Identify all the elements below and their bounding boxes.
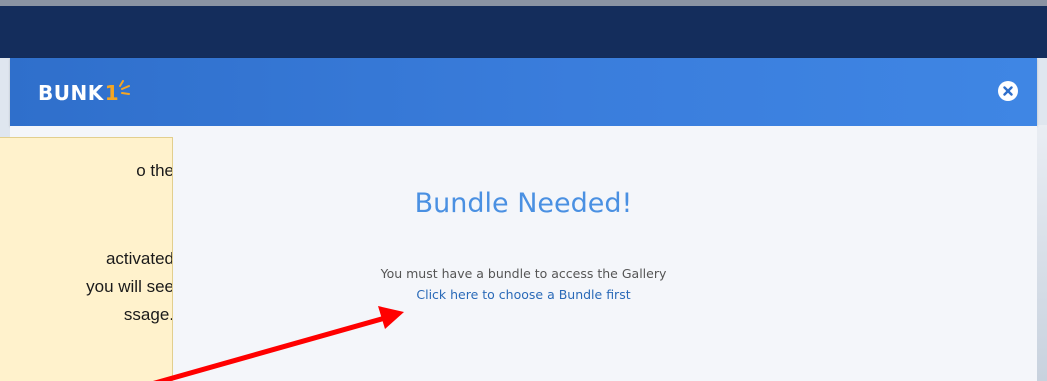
instruction-callout: o the activated you will see ssage.	[0, 137, 173, 381]
background-navbar	[0, 6, 1047, 58]
close-button[interactable]	[998, 81, 1018, 101]
callout-line: you will see	[86, 277, 173, 296]
callout-line: o the	[136, 161, 173, 180]
callout-line: activated	[105, 249, 173, 268]
close-icon	[1003, 86, 1013, 96]
sun-rays-icon	[118, 80, 130, 95]
bunk1-logo: BUNK 1	[38, 79, 131, 107]
callout-line: ssage.	[123, 305, 173, 324]
logo-text: BUNK	[38, 81, 104, 105]
modal-header: BUNK 1	[10, 58, 1037, 126]
